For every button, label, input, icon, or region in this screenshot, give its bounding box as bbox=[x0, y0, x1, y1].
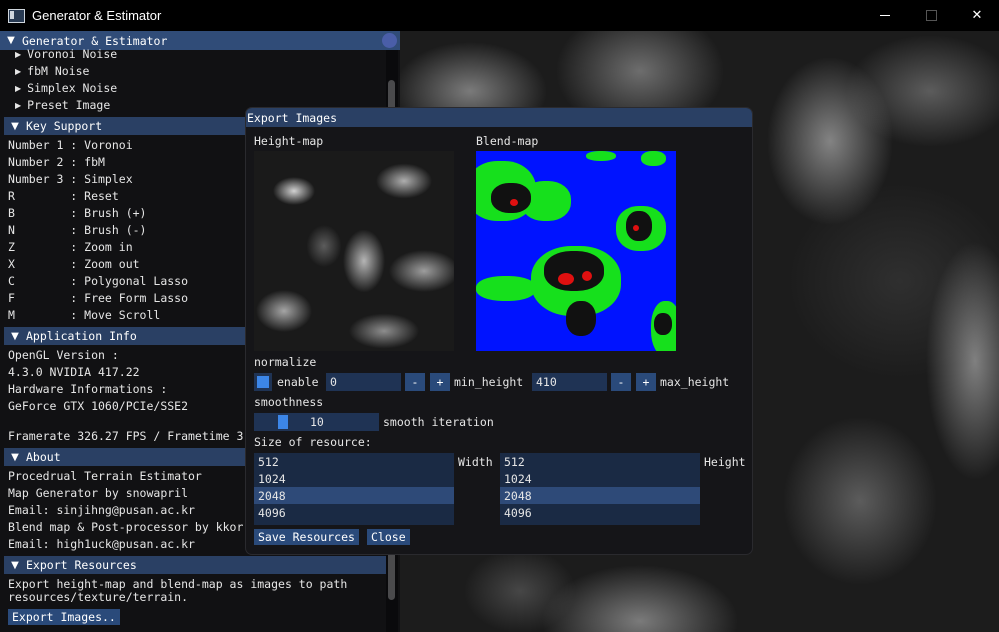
os-title-bar: Generator & Estimator ✕ bbox=[0, 0, 999, 31]
key-row: C : Polygonal Lasso bbox=[8, 274, 189, 288]
min-height-decrement-button[interactable]: - bbox=[405, 373, 425, 391]
hardware-label: Hardware Informations : bbox=[8, 382, 168, 396]
tree-voronoi-noise[interactable]: ▶ Voronoi Noise bbox=[0, 47, 117, 61]
height-option-selected[interactable]: 2048 bbox=[500, 487, 700, 504]
tree-fbm-noise[interactable]: ▶ fbM Noise bbox=[0, 64, 89, 78]
key-row: Number 2 : fbM bbox=[8, 155, 105, 169]
max-height-decrement-button[interactable]: - bbox=[611, 373, 631, 391]
export-description: Export height-map and blend-map as image… bbox=[8, 577, 348, 591]
checkbox-check-icon bbox=[257, 376, 269, 388]
modal-title-bar[interactable]: Export Images bbox=[246, 108, 752, 127]
blendmap-image bbox=[476, 151, 676, 351]
blendmap-label: Blend-map bbox=[476, 134, 539, 148]
enable-checkbox[interactable] bbox=[254, 373, 272, 391]
about-line: Email: sinjihng@pusan.ac.kr bbox=[8, 503, 195, 517]
export-images-modal: Export Images Height-map Blend-map norma… bbox=[246, 108, 752, 554]
maximize-icon bbox=[925, 10, 937, 21]
export-images-button[interactable]: Export Images.. bbox=[8, 609, 120, 625]
export-path: resources/texture/terrain. bbox=[8, 590, 189, 604]
about-line: Procedrual Terrain Estimator bbox=[8, 469, 202, 483]
header-export-resources[interactable]: ▼ Export Resources bbox=[4, 556, 386, 574]
panel-collapse-button[interactable] bbox=[382, 33, 397, 48]
heightmap-image bbox=[254, 151, 454, 351]
width-listbox[interactable]: 512 1024 2048 4096 bbox=[254, 453, 454, 525]
collapse-arrow-icon: ▼ bbox=[11, 330, 19, 342]
tree-arrow-icon: ▶ bbox=[15, 83, 22, 93]
collapse-arrow-icon[interactable]: ▼ bbox=[4, 35, 18, 46]
close-icon: ✕ bbox=[971, 8, 983, 23]
key-row: F : Free Form Lasso bbox=[8, 291, 189, 305]
slider-grab[interactable] bbox=[278, 415, 288, 429]
key-row: Number 3 : Simplex bbox=[8, 172, 133, 186]
window-title: Generator & Estimator bbox=[32, 8, 162, 23]
modal-title: Export Images bbox=[247, 110, 338, 125]
opengl-label: OpenGL Version : bbox=[8, 348, 119, 362]
collapse-arrow-icon: ▼ bbox=[11, 120, 19, 132]
key-row: R : Reset bbox=[8, 189, 119, 203]
tree-preset-image[interactable]: ▶ Preset Image bbox=[0, 98, 110, 112]
close-window-button[interactable]: ✕ bbox=[954, 0, 999, 31]
size-of-resource-label: Size of resource: bbox=[254, 435, 372, 449]
key-row: Number 1 : Voronoi bbox=[8, 138, 133, 152]
width-option[interactable]: 512 bbox=[254, 453, 454, 470]
framerate-text: Framerate 326.27 FPS / Frametime 3 bbox=[8, 429, 244, 443]
height-listbox[interactable]: 512 1024 2048 4096 bbox=[500, 453, 700, 525]
opengl-value: 4.3.0 NVIDIA 417.22 bbox=[8, 365, 140, 379]
collapse-arrow-icon: ▼ bbox=[11, 451, 19, 463]
key-row: X : Zoom out bbox=[8, 257, 140, 271]
smooth-iteration-slider[interactable]: 10 bbox=[254, 413, 379, 431]
about-line: Blend map & Post-processor by kkor bbox=[8, 520, 244, 534]
min-height-input[interactable]: 0 bbox=[326, 373, 401, 391]
key-row: N : Brush (-) bbox=[8, 223, 147, 237]
tree-arrow-icon: ▶ bbox=[15, 66, 22, 76]
heightmap-label: Height-map bbox=[254, 134, 324, 148]
smooth-iteration-label: smooth iteration bbox=[383, 415, 494, 429]
height-option[interactable]: 512 bbox=[500, 453, 700, 470]
about-line: Map Generator by snowapril bbox=[8, 486, 189, 500]
minimize-icon bbox=[880, 15, 890, 16]
key-row: B : Brush (+) bbox=[8, 206, 147, 220]
export-images-button-wrap: Export Images.. bbox=[8, 609, 120, 625]
height-option[interactable]: 4096 bbox=[500, 504, 700, 521]
key-row: Z : Zoom in bbox=[8, 240, 133, 254]
width-option[interactable]: 1024 bbox=[254, 470, 454, 487]
width-label: Width bbox=[458, 455, 493, 469]
collapse-arrow-icon: ▼ bbox=[11, 559, 19, 571]
tree-arrow-icon: ▶ bbox=[15, 100, 22, 110]
hardware-value: GeForce GTX 1060/PCIe/SSE2 bbox=[8, 399, 189, 413]
max-height-increment-button[interactable]: + bbox=[636, 373, 656, 391]
smoothness-label: smoothness bbox=[254, 395, 324, 409]
width-option-selected[interactable]: 2048 bbox=[254, 487, 454, 504]
minimize-button[interactable] bbox=[862, 0, 908, 31]
min-height-increment-button[interactable]: + bbox=[430, 373, 450, 391]
about-line: Email: high1uck@pusan.ac.kr bbox=[8, 537, 195, 551]
enable-label: enable bbox=[277, 375, 319, 389]
panel-title: Generator & Estimator bbox=[22, 33, 168, 48]
height-option[interactable]: 1024 bbox=[500, 470, 700, 487]
tree-arrow-icon: ▶ bbox=[15, 49, 22, 59]
smooth-iteration-value: 10 bbox=[310, 415, 324, 429]
app-icon bbox=[8, 8, 25, 23]
max-height-input[interactable]: 410 bbox=[532, 373, 607, 391]
normalize-label: normalize bbox=[254, 355, 317, 369]
close-button[interactable]: Close bbox=[367, 529, 410, 545]
tree-simplex-noise[interactable]: ▶ Simplex Noise bbox=[0, 81, 117, 95]
width-option[interactable]: 4096 bbox=[254, 504, 454, 521]
save-resources-button[interactable]: Save Resources bbox=[254, 529, 359, 545]
height-label: Height bbox=[704, 455, 746, 469]
key-row: M : Move Scroll bbox=[8, 308, 161, 322]
maximize-button[interactable] bbox=[908, 0, 954, 31]
max-height-label: max_height bbox=[660, 375, 730, 389]
min-height-label: min_height bbox=[454, 375, 524, 389]
